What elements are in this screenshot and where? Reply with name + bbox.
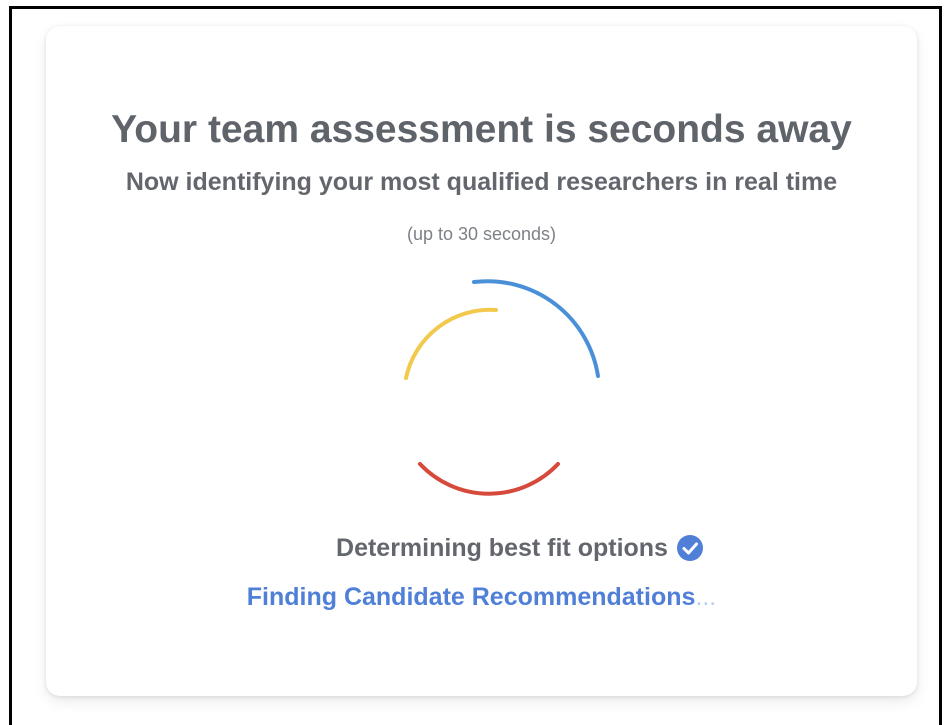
spinner-arc-yellow [404,307,498,380]
assessment-loading-card: Your team assessment is seconds away Now… [46,26,917,696]
step-in-progress: Finding Candidate Recommendations... [46,581,917,613]
page-subtitle: Now identifying your most qualified rese… [125,168,838,196]
loading-ellipsis: ... [695,583,717,611]
check-circle-icon [676,535,703,561]
step-completed: Determining best fit options [46,530,917,566]
spinner-arc-red [418,462,560,496]
step-completed-label: Determining best fit options [336,534,668,562]
page-title: Your team assessment is seconds away [111,108,852,151]
loading-spinner [404,279,600,496]
time-estimate-hint: (up to 30 seconds) [406,224,557,244]
spinner-arc-blue [472,279,600,378]
step-in-progress-label: Finding Candidate Recommendations [246,583,696,611]
